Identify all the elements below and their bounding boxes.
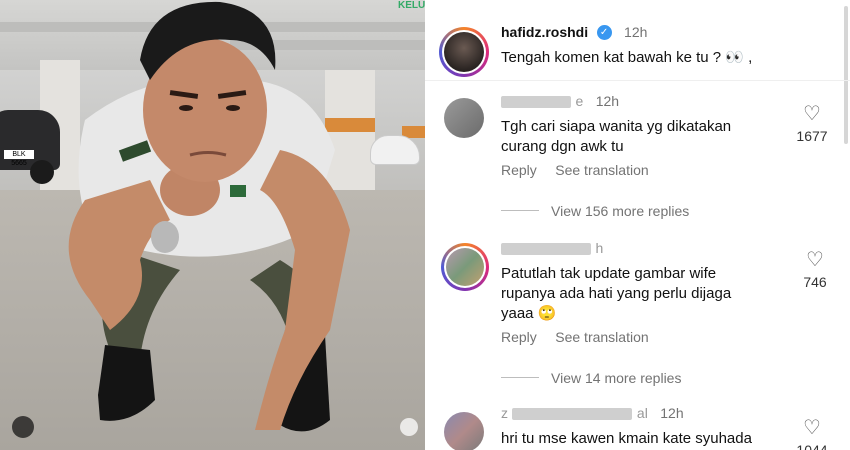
divider — [425, 80, 850, 81]
view-replies-line — [501, 210, 539, 211]
blurred-username — [501, 242, 591, 255]
comment-text: Patutlah tak update gambar wife rupanya … — [501, 264, 731, 324]
comments-panel: hafidz.roshdi ✓ 12h Tengah komen kat baw… — [425, 0, 850, 450]
username-fragment: z — [501, 405, 508, 421]
comment-actions: Reply See translation — [501, 162, 649, 180]
like-control[interactable]: ♡ 1044 — [787, 418, 837, 450]
commenter-avatar[interactable] — [444, 98, 484, 138]
comment-line: Patutlah tak update gambar wife — [501, 265, 717, 282]
post-header: hafidz.roshdi ✓ 12h — [501, 24, 647, 42]
commenter-avatar[interactable] — [446, 248, 484, 286]
like-control[interactable]: ♡ 746 — [790, 250, 840, 290]
like-count: 746 — [803, 274, 827, 290]
comment-header: z al 12h — [501, 405, 684, 423]
avatar[interactable] — [444, 32, 484, 72]
like-count: 1044 — [796, 442, 828, 450]
like-count: 1677 — [796, 128, 828, 144]
post-photo[interactable]: KELU BLK 5665 — [0, 0, 425, 450]
commenter-avatar[interactable] — [444, 412, 484, 450]
scrollbar[interactable] — [844, 6, 848, 144]
username-fragment: al — [636, 405, 648, 421]
post-caption: Tengah komen kat bawah ke tu ? 👀 , — [501, 49, 753, 66]
carousel-dot[interactable] — [400, 418, 418, 436]
username-fragment: e — [575, 93, 584, 109]
comment-line: curang dgn awk tu — [501, 138, 624, 155]
see-translation-button[interactable]: See translation — [555, 162, 648, 178]
like-control[interactable]: ♡ 1677 — [787, 104, 837, 144]
blurred-username — [501, 95, 571, 108]
comment-line: rupanya ada hati yang perlu dijaga — [501, 285, 732, 302]
comment-text: Tgh cari siapa wanita yg dikatakan curan… — [501, 117, 731, 157]
heart-icon[interactable]: ♡ — [790, 250, 840, 270]
blurred-username — [512, 407, 633, 420]
see-translation-button[interactable]: See translation — [555, 329, 648, 345]
comment-line: yaaa 🙄 — [501, 305, 557, 322]
heart-icon[interactable]: ♡ — [787, 418, 837, 438]
comment-header: h — [501, 240, 603, 258]
username[interactable]: hafidz.roshdi — [501, 24, 588, 40]
person-figure — [68, 1, 350, 432]
username-fragment: h — [595, 240, 604, 256]
comment-header: e 12h — [501, 93, 619, 111]
view-replies-button[interactable]: View 156 more replies — [551, 203, 689, 219]
comment-line: Tgh cari siapa wanita yg dikatakan — [501, 118, 732, 135]
comment-time: 12h — [595, 93, 620, 109]
view-replies-button[interactable]: View 14 more replies — [551, 370, 681, 386]
comment-text: hri tu mse kawen kmain kate syuhada — [501, 430, 752, 447]
reply-button[interactable]: Reply — [501, 162, 537, 178]
heart-icon[interactable]: ♡ — [787, 104, 837, 124]
view-replies-line — [501, 377, 539, 378]
comment-actions: Reply See translation — [501, 329, 649, 347]
verified-badge-icon: ✓ — [596, 25, 612, 41]
reply-button[interactable]: Reply — [501, 329, 537, 345]
carousel-dots[interactable] — [12, 416, 34, 438]
post-time: 12h — [624, 24, 648, 40]
carousel-dot[interactable] — [12, 416, 34, 438]
comment-time: 12h — [660, 405, 684, 421]
